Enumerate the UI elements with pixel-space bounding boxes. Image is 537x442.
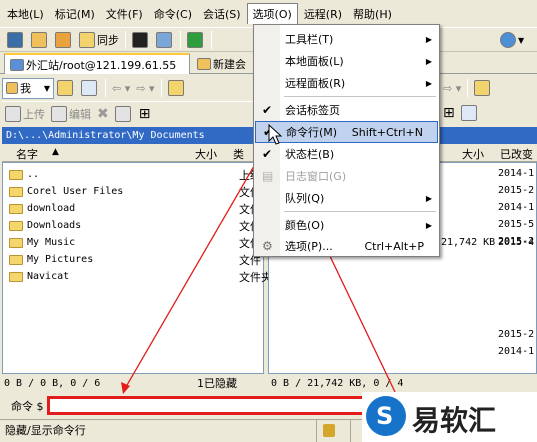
menu-item-label: 会话标签页 — [285, 104, 340, 117]
menu-item-colors[interactable]: 颜色(O) ▶ — [255, 214, 438, 236]
menu-item-label: 命令行(M) — [286, 126, 338, 139]
watermark-text: 易软汇 — [412, 404, 497, 437]
menu-item-session-tabs[interactable]: ✔ 会话标签页 — [255, 99, 438, 121]
log-icon: ▤ — [262, 169, 274, 183]
menu-item-shortcut: Ctrl+Alt+P — [364, 239, 424, 253]
menu-item-label: 远程面板(R) — [285, 77, 346, 90]
menu-item-queue[interactable]: 队列(Q) ▶ — [255, 187, 438, 209]
menu-item-label: 工具栏(T) — [285, 33, 334, 46]
menu-item-label: 颜色(O) — [285, 219, 325, 232]
submenu-arrow-icon: ▶ — [425, 34, 432, 44]
menu-item-label: 本地面板(L) — [285, 55, 344, 68]
menu-item-label: 日志窗口(G) — [285, 170, 347, 183]
menu-item-label: 状态栏(B) — [285, 148, 335, 161]
submenu-arrow-icon: ▶ — [425, 56, 432, 66]
annotation-line — [122, 134, 273, 393]
menu-item-remote-panel[interactable]: 远程面板(R) ▶ — [255, 72, 438, 94]
menu-item-preferences[interactable]: ⚙ 选项(P)... Ctrl+Alt+P — [255, 235, 438, 257]
menu-item-local-panel[interactable]: 本地面板(L) ▶ — [255, 50, 438, 72]
menu-separator — [284, 211, 436, 212]
submenu-arrow-icon: ▶ — [425, 78, 432, 88]
gear-icon: ⚙ — [262, 239, 273, 253]
menu-item-command-line[interactable]: ✔ 命令行(M) Shift+Ctrl+N — [255, 121, 438, 143]
arrow-head-icon — [121, 382, 130, 394]
submenu-arrow-icon: ▶ — [425, 220, 432, 230]
submenu-arrow-icon: ▶ — [425, 193, 432, 203]
check-icon: ✔ — [262, 103, 273, 117]
mouse-cursor-icon — [268, 124, 282, 145]
check-icon: ✔ — [262, 147, 273, 161]
watermark-logo-icon: S — [366, 396, 406, 436]
menu-separator — [284, 96, 436, 97]
menu-item-status-bar[interactable]: ✔ 状态栏(B) — [255, 143, 438, 165]
watermark-logo-mark: S — [376, 402, 394, 430]
menu-item-log-window[interactable]: ▤ 日志窗口(G) — [255, 165, 438, 187]
menu-item-label: 队列(Q) — [285, 192, 325, 205]
menu-item-shortcut: Shift+Ctrl+N — [351, 125, 423, 139]
menu-item-label: 选项(P)... — [285, 240, 333, 253]
menu-item-toolbars[interactable]: 工具栏(T) ▶ — [255, 28, 438, 50]
watermark: S 易软汇 — [362, 392, 537, 442]
